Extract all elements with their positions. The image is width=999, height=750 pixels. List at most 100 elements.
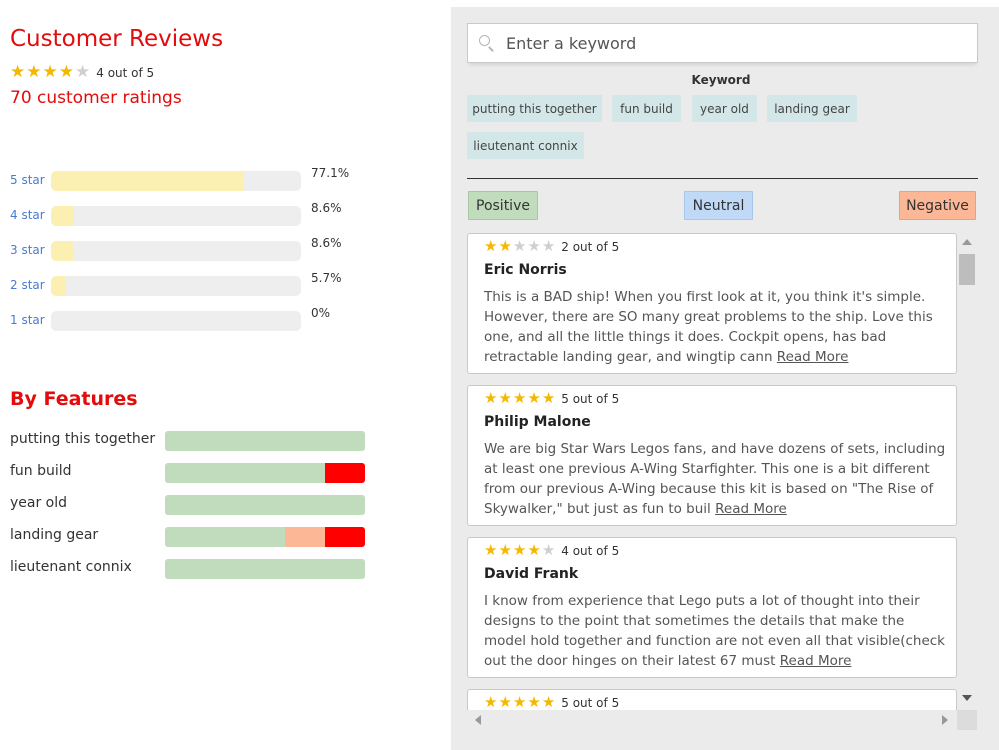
star-icon: ★ bbox=[541, 693, 556, 710]
histogram-track bbox=[51, 311, 301, 331]
scroll-down-arrow-icon[interactable] bbox=[962, 695, 972, 701]
histogram-label-2-star[interactable]: 2 star bbox=[10, 278, 45, 292]
star-icon: ★ bbox=[26, 62, 42, 82]
average-rating-text: 4 out of 5 bbox=[96, 65, 155, 80]
histogram-row-2[interactable]: 2 star 5.7% bbox=[10, 271, 370, 296]
star-icon: ★ bbox=[498, 693, 512, 710]
feature-label: year old bbox=[10, 495, 68, 511]
keyword-search-input[interactable] bbox=[506, 33, 946, 53]
search-icon bbox=[478, 34, 496, 52]
keyword-chip-year-old[interactable]: year old bbox=[692, 95, 757, 122]
star-icon: ★ bbox=[498, 389, 512, 407]
average-rating-stars: ★ ★ ★ ★ ★ bbox=[10, 64, 90, 81]
read-more-link[interactable]: Read More bbox=[780, 653, 852, 669]
star-icon: ★ bbox=[512, 389, 527, 407]
negative-filter-button[interactable]: Negative bbox=[899, 191, 976, 220]
feature-sentiment-bar[interactable] bbox=[165, 527, 365, 547]
star-icon: ★ bbox=[527, 541, 541, 559]
neutral-segment bbox=[285, 527, 325, 547]
scroll-left-arrow-icon[interactable] bbox=[475, 715, 481, 725]
review-text: This is a BAD ship! When you first look … bbox=[484, 289, 933, 365]
feature-row-fun-build[interactable]: fun build bbox=[10, 463, 370, 483]
histogram-fill bbox=[51, 276, 66, 296]
review-rating: ★ ★ ★ ★ ★ 4 out of 5 bbox=[484, 543, 619, 558]
star-icon: ★ bbox=[484, 389, 498, 407]
star-icon: ★ bbox=[541, 541, 556, 559]
horizontal-scrollbar[interactable] bbox=[467, 710, 957, 730]
histogram-percent: 8.6% bbox=[311, 236, 342, 250]
histogram-row-5[interactable]: 5 star 77.1% bbox=[10, 166, 370, 191]
features-title: By Features bbox=[10, 388, 138, 410]
scrollbar-thumb[interactable] bbox=[959, 254, 975, 285]
feature-sentiment-bar[interactable] bbox=[165, 559, 365, 579]
histogram-label-1-star[interactable]: 1 star bbox=[10, 313, 45, 327]
histogram-percent: 5.7% bbox=[311, 271, 342, 285]
histogram-label-5-star[interactable]: 5 star bbox=[10, 173, 45, 187]
review-author: David Frank bbox=[484, 566, 579, 582]
feature-row-lieutenant-connix[interactable]: lieutenant connix bbox=[10, 559, 370, 579]
page-title: Customer Reviews bbox=[10, 26, 224, 52]
feature-row-putting-this-together[interactable]: putting this together bbox=[10, 431, 370, 451]
review-author: Eric Norris bbox=[484, 262, 567, 278]
read-more-link[interactable]: Read More bbox=[715, 501, 787, 517]
scrollbar-corner bbox=[957, 710, 977, 730]
star-icon: ★ bbox=[484, 541, 498, 559]
star-icon: ★ bbox=[75, 62, 91, 82]
reviews-panel: Keyword putting this together fun build … bbox=[451, 7, 999, 750]
review-rating-text: 4 out of 5 bbox=[561, 543, 620, 558]
average-rating: ★ ★ ★ ★ ★ 4 out of 5 bbox=[10, 64, 154, 81]
star-icon: ★ bbox=[512, 541, 527, 559]
review-rating-text: 5 out of 5 bbox=[561, 695, 620, 710]
feature-row-year-old[interactable]: year old bbox=[10, 495, 370, 515]
histogram-row-3[interactable]: 3 star 8.6% bbox=[10, 236, 370, 261]
star-icon: ★ bbox=[527, 389, 541, 407]
feature-label: landing gear bbox=[10, 527, 99, 543]
scroll-right-arrow-icon[interactable] bbox=[942, 715, 948, 725]
feature-label: lieutenant connix bbox=[10, 559, 132, 575]
histogram-percent: 0% bbox=[311, 306, 331, 320]
histogram-label-4-star[interactable]: 4 star bbox=[10, 208, 45, 222]
histogram-label-3-star[interactable]: 3 star bbox=[10, 243, 45, 257]
review-card: ★ ★ ★ ★ ★ 5 out of 5 bbox=[467, 689, 957, 710]
histogram-row-4[interactable]: 4 star 8.6% bbox=[10, 201, 370, 226]
review-stars: ★ ★ ★ ★ ★ bbox=[484, 391, 555, 406]
star-icon: ★ bbox=[541, 389, 556, 407]
histogram-row-1[interactable]: 1 star 0% bbox=[10, 306, 370, 331]
scroll-up-arrow-icon[interactable] bbox=[962, 239, 972, 245]
histogram-percent: 77.1% bbox=[311, 166, 350, 180]
keyword-chip-landing-gear[interactable]: landing gear bbox=[767, 95, 857, 122]
histogram-track bbox=[51, 171, 301, 191]
keyword-search-box[interactable] bbox=[467, 23, 978, 63]
positive-segment bbox=[165, 527, 285, 547]
histogram-track bbox=[51, 276, 301, 296]
review-author: Philip Malone bbox=[484, 414, 591, 430]
divider bbox=[467, 178, 978, 179]
histogram-percent: 8.6% bbox=[311, 201, 342, 215]
star-icon: ★ bbox=[10, 62, 26, 82]
feature-sentiment-bar[interactable] bbox=[165, 463, 365, 483]
feature-label: putting this together bbox=[10, 431, 156, 447]
keyword-chip-fun-build[interactable]: fun build bbox=[612, 95, 681, 122]
histogram-fill bbox=[51, 171, 244, 191]
review-body: We are big Star Wars Legos fans, and hav… bbox=[484, 439, 949, 519]
positive-filter-button[interactable]: Positive bbox=[468, 191, 538, 220]
feature-label: fun build bbox=[10, 463, 72, 479]
keyword-chip-lieutenant-connix[interactable]: lieutenant connix bbox=[467, 132, 584, 159]
feature-row-landing-gear[interactable]: landing gear bbox=[10, 527, 370, 547]
vertical-scrollbar[interactable] bbox=[957, 235, 977, 710]
ratings-count: 70 customer ratings bbox=[10, 88, 182, 108]
star-icon: ★ bbox=[58, 62, 74, 82]
neutral-filter-button[interactable]: Neutral bbox=[684, 191, 753, 220]
positive-segment bbox=[165, 431, 365, 451]
review-rating-text: 5 out of 5 bbox=[561, 391, 620, 406]
feature-sentiment-bar[interactable] bbox=[165, 495, 365, 515]
review-card: ★ ★ ★ ★ ★ 5 out of 5 Philip Malone We are bi… bbox=[467, 385, 957, 526]
review-stars: ★ ★ ★ ★ ★ bbox=[484, 239, 555, 254]
feature-sentiment-bar[interactable] bbox=[165, 431, 365, 451]
star-icon: ★ bbox=[484, 693, 498, 710]
keyword-heading: Keyword bbox=[691, 73, 751, 87]
read-more-link[interactable]: Read More bbox=[777, 349, 849, 365]
star-icon: ★ bbox=[484, 237, 498, 255]
negative-segment bbox=[325, 463, 365, 483]
keyword-chip-putting-this-together[interactable]: putting this together bbox=[467, 95, 602, 122]
